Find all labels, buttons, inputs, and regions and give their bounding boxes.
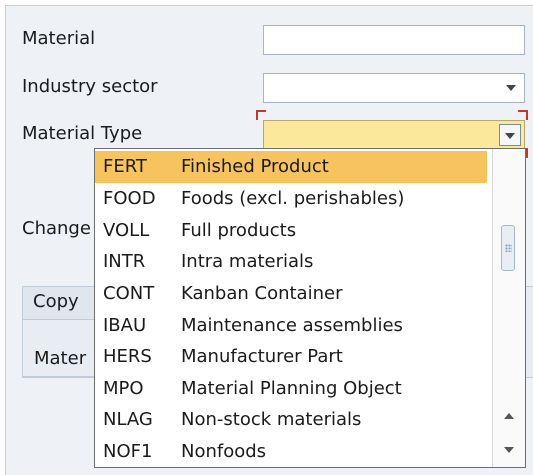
item-description: Full products bbox=[181, 220, 297, 241]
item-description: Foods (excl. perishables) bbox=[181, 188, 405, 209]
item-code: IBAU bbox=[103, 315, 147, 336]
material-input[interactable] bbox=[263, 25, 525, 55]
material-type-dropdown-list[interactable]: FERT Finished Product FOOD Foods (excl. … bbox=[94, 148, 526, 468]
dropdown-scrollbar[interactable] bbox=[492, 149, 525, 467]
item-code: FERT bbox=[103, 156, 147, 177]
item-code: MPO bbox=[103, 378, 144, 399]
item-code: CONT bbox=[103, 283, 155, 304]
list-item[interactable]: NOF1 Nonfoods bbox=[95, 436, 487, 467]
industry-sector-select[interactable] bbox=[263, 73, 525, 103]
scroll-down-arrow-icon[interactable] bbox=[504, 447, 514, 453]
material-type-select[interactable] bbox=[263, 120, 525, 150]
item-code: FOOD bbox=[103, 188, 156, 209]
item-code: NLAG bbox=[103, 409, 153, 430]
chevron-down-icon bbox=[505, 133, 515, 139]
copy-tab-label: Copy bbox=[33, 291, 79, 312]
grip-icon bbox=[505, 244, 512, 252]
list-item[interactable]: MPO Material Planning Object bbox=[95, 373, 487, 405]
chevron-down-icon bbox=[506, 85, 516, 91]
material-type-label: Material Type bbox=[22, 123, 143, 144]
list-item[interactable]: INTR Intra materials bbox=[95, 246, 487, 278]
industry-sector-label: Industry sector bbox=[22, 76, 158, 97]
item-code: INTR bbox=[103, 251, 146, 272]
item-description: Intra materials bbox=[181, 251, 314, 272]
item-description: Manufacturer Part bbox=[181, 346, 343, 367]
item-description: Finished Product bbox=[181, 156, 329, 177]
item-description: Maintenance assemblies bbox=[181, 315, 403, 336]
list-item[interactable]: HERS Manufacturer Part bbox=[95, 341, 487, 373]
item-description: Kanban Container bbox=[181, 283, 343, 304]
focus-corner-tr bbox=[518, 110, 528, 120]
list-item[interactable]: IBAU Maintenance assemblies bbox=[95, 310, 487, 342]
list-item[interactable]: NLAG Non-stock materials bbox=[95, 404, 487, 436]
change-label: Change bbox=[22, 218, 91, 239]
scroll-up-arrow-icon[interactable] bbox=[504, 413, 514, 419]
item-code: NOF1 bbox=[103, 441, 153, 462]
list-item[interactable]: VOLL Full products bbox=[95, 215, 487, 247]
item-description: Material Planning Object bbox=[181, 378, 402, 399]
copy-material-label: Mater bbox=[34, 348, 87, 369]
item-code: HERS bbox=[103, 346, 152, 367]
dropdown-button[interactable] bbox=[499, 124, 521, 146]
list-item[interactable]: FOOD Foods (excl. perishables) bbox=[95, 183, 487, 215]
item-description: Non-stock materials bbox=[181, 409, 362, 430]
item-code: VOLL bbox=[103, 220, 150, 241]
item-description: Nonfoods bbox=[181, 441, 267, 462]
material-label: Material bbox=[22, 28, 96, 49]
divider bbox=[22, 376, 102, 377]
scrollbar-thumb[interactable] bbox=[501, 225, 515, 271]
list-item[interactable]: CONT Kanban Container bbox=[95, 278, 487, 310]
list-item[interactable]: FERT Finished Product bbox=[95, 151, 487, 183]
focus-corner-tl bbox=[256, 110, 266, 120]
